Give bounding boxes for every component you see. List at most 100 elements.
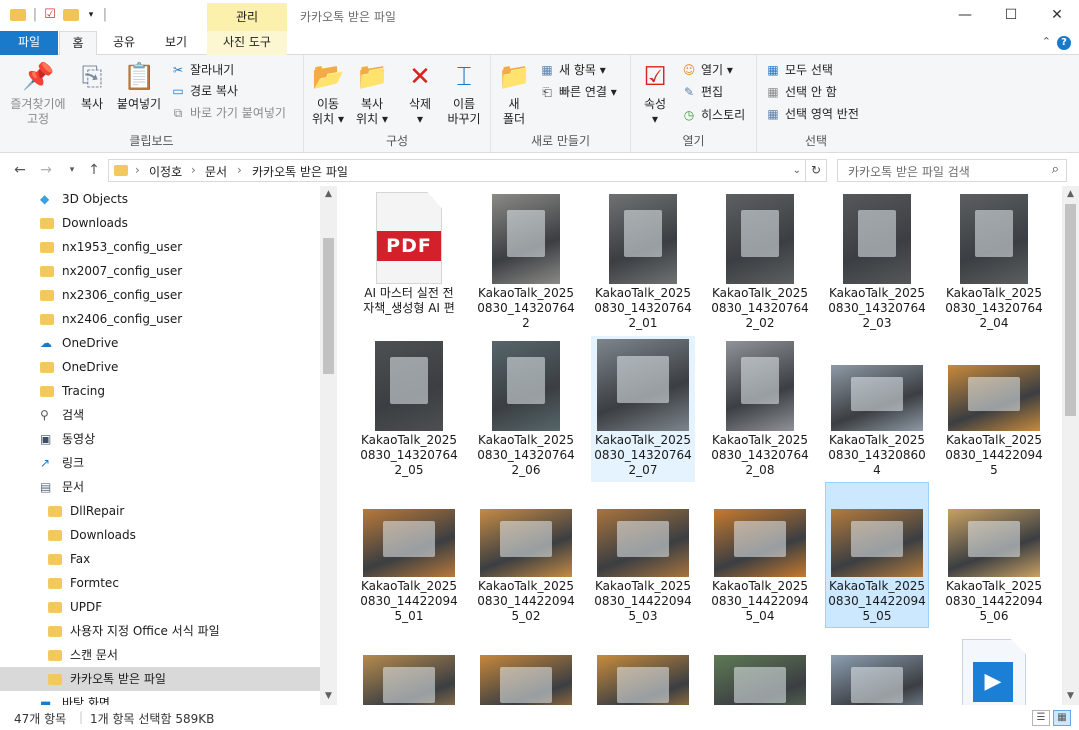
nav-item[interactable]: ◆ 3D Objects <box>0 187 320 211</box>
scroll-down-arrow[interactable]: ▼ <box>1062 688 1079 705</box>
nav-item[interactable]: Downloads <box>0 211 320 235</box>
file-tile[interactable]: KakaoTalk_20250830_144220945_05 <box>825 482 929 628</box>
file-tile[interactable]: KakaoTalk_20250830_144220945_04 <box>708 482 812 628</box>
copy-to-button[interactable]: 📁 복사 위치 ▾ <box>352 61 392 127</box>
file-tile[interactable]: ▶ <box>942 628 1046 705</box>
large-icons-view-button[interactable]: ▦ <box>1053 710 1071 726</box>
content-scroll-thumb[interactable] <box>1065 204 1076 416</box>
file-tile[interactable] <box>591 628 695 705</box>
file-tile[interactable]: KakaoTalk_20250830_143207642_01 <box>591 189 695 335</box>
file-tile[interactable]: KakaoTalk_20250830_143207642_07 <box>591 336 695 482</box>
nav-item[interactable]: nx2306_config_user <box>0 283 320 307</box>
file-tile[interactable]: KakaoTalk_20250830_143207642_06 <box>474 336 578 482</box>
file-tile[interactable] <box>474 628 578 705</box>
context-tab-manage[interactable]: 관리 <box>207 3 287 31</box>
scroll-down-arrow[interactable]: ▼ <box>320 688 337 705</box>
nav-item[interactable]: OneDrive <box>0 355 320 379</box>
minimize-button[interactable]: — <box>942 0 988 31</box>
help-button[interactable]: ? <box>1057 36 1071 50</box>
nav-item[interactable]: ☁ OneDrive <box>0 331 320 355</box>
move-to-button[interactable]: 📂 이동 위치 ▾ <box>308 61 348 127</box>
nav-item[interactable]: ▤ 문서 <box>0 475 320 499</box>
scroll-up-arrow[interactable]: ▲ <box>320 186 337 203</box>
file-tile[interactable] <box>825 628 929 705</box>
tab-file[interactable]: 파일 <box>0 31 58 55</box>
address-bar[interactable]: › 이정호 › 문서 › 카카오톡 받은 파일 ⌄ <box>108 159 806 182</box>
open-button[interactable]: ☺ 열기 ▾ <box>681 60 733 80</box>
breadcrumb-item[interactable]: 이정호 <box>149 163 182 180</box>
nav-item[interactable]: nx1953_config_user <box>0 235 320 259</box>
nav-item[interactable]: UPDF <box>0 595 320 619</box>
paste-shortcut-button[interactable]: ⧉ 바로 가기 붙여넣기 <box>170 103 286 123</box>
file-tile[interactable]: KakaoTalk_20250830_143207642_02 <box>708 189 812 335</box>
tab-home[interactable]: 홈 <box>59 31 97 56</box>
file-tile[interactable]: KakaoTalk_20250830_144220945 <box>942 336 1046 482</box>
copy-button[interactable]: ⎘ 복사 <box>74 61 110 112</box>
collapse-ribbon-icon[interactable]: ⌃ <box>1042 35 1051 48</box>
new-folder-icon[interactable] <box>63 9 79 21</box>
close-button[interactable]: ✕ <box>1034 0 1079 31</box>
breadcrumb-item[interactable]: 카카오톡 받은 파일 <box>252 163 348 180</box>
file-tile[interactable]: KakaoTalk_20250830_144220945_03 <box>591 482 695 628</box>
nav-item[interactable]: nx2007_config_user <box>0 259 320 283</box>
nav-item[interactable]: 스캔 문서 <box>0 643 320 667</box>
navigation-pane[interactable]: ◆ 3D Objects Downloads nx1953_config_user nx… <box>0 186 338 705</box>
cut-button[interactable]: ✂ 잘라내기 <box>170 60 234 80</box>
select-none-button[interactable]: ▦ 선택 안 함 <box>765 82 836 102</box>
tab-picture-tools[interactable]: 사진 도구 <box>207 31 287 55</box>
file-tile[interactable]: KakaoTalk_20250830_143207642_03 <box>825 189 929 335</box>
edit-button[interactable]: ✎ 편집 <box>681 82 723 102</box>
nav-item[interactable]: ▣ 동영상 <box>0 427 320 451</box>
invert-selection-button[interactable]: ▦ 선택 영역 반전 <box>765 104 859 124</box>
nav-item[interactable]: Tracing <box>0 379 320 403</box>
tab-view[interactable]: 보기 <box>150 31 202 55</box>
pin-to-quick-access-button[interactable]: 📌 즐겨찾기에 고정 <box>6 61 70 127</box>
breadcrumb-separator[interactable]: › <box>135 163 140 177</box>
nav-item[interactable]: 사용자 지정 Office 서식 파일 <box>0 619 320 643</box>
select-all-button[interactable]: ▦ 모두 선택 <box>765 60 833 80</box>
refresh-button[interactable]: ↻ <box>806 159 827 182</box>
content-scrollbar[interactable]: ▲ ▼ <box>1062 186 1079 705</box>
file-tile[interactable]: PDF AI 마스터 실전 전자책_생성형 AI 편 <box>357 189 461 320</box>
file-tile[interactable]: KakaoTalk_20250830_143207642_05 <box>357 336 461 482</box>
file-tile[interactable]: KakaoTalk_20250830_143207642_08 <box>708 336 812 482</box>
breadcrumb-separator[interactable]: › <box>191 163 196 177</box>
scroll-up-arrow[interactable]: ▲ <box>1062 186 1079 203</box>
up-button[interactable]: ↑ <box>84 161 104 179</box>
file-tile[interactable]: KakaoTalk_20250830_144220945_06 <box>942 482 1046 628</box>
file-tile[interactable]: KakaoTalk_20250830_143207642_04 <box>942 189 1046 335</box>
new-item-button[interactable]: ▦ 새 항목 ▾ <box>539 60 605 80</box>
maximize-button[interactable]: ☐ <box>988 0 1034 31</box>
nav-item[interactable]: Downloads <box>0 523 320 547</box>
nav-scrollbar[interactable]: ▲ ▼ <box>320 186 337 705</box>
file-view[interactable]: PDF AI 마스터 실전 전자책_생성형 AI 편 KakaoTalk_20250… <box>338 186 1062 705</box>
nav-scroll-thumb[interactable] <box>323 238 334 374</box>
properties-icon[interactable]: ☑ <box>42 7 58 23</box>
nav-item[interactable]: 카카오톡 받은 파일 <box>0 667 320 691</box>
forward-button[interactable]: → <box>36 161 56 179</box>
new-folder-button[interactable]: 📁 새 폴더 <box>497 61 531 127</box>
history-button[interactable]: ◷ 히스토리 <box>681 105 745 125</box>
tab-share[interactable]: 공유 <box>101 31 147 55</box>
properties-button[interactable]: ☑ 속성 ▾ <box>637 61 673 127</box>
nav-item[interactable]: DllRepair <box>0 499 320 523</box>
breadcrumb-separator[interactable]: › <box>237 163 242 177</box>
delete-button[interactable]: ✕ 삭제 ▾ <box>400 61 440 127</box>
file-tile[interactable]: KakaoTalk_20250830_143207642 <box>474 189 578 335</box>
nav-item[interactable]: Formtec <box>0 571 320 595</box>
recent-locations-button[interactable]: ▾ <box>62 161 82 179</box>
file-tile[interactable] <box>357 628 461 705</box>
file-tile[interactable]: KakaoTalk_20250830_144220945_02 <box>474 482 578 628</box>
breadcrumb-item[interactable]: 문서 <box>205 163 227 180</box>
file-tile[interactable]: KakaoTalk_20250830_143208604 <box>825 336 929 482</box>
chevron-down-icon[interactable]: ⌄ <box>793 165 801 176</box>
easy-access-button[interactable]: ⎗ 빠른 연결 ▾ <box>539 82 617 102</box>
details-view-button[interactable]: ☰ <box>1032 710 1050 726</box>
rename-button[interactable]: ⌶ 이름 바꾸기 <box>442 61 486 127</box>
nav-item[interactable]: nx2406_config_user <box>0 307 320 331</box>
paste-button[interactable]: 📋 붙여넣기 <box>114 61 164 112</box>
copy-path-button[interactable]: ▭ 경로 복사 <box>170 81 238 101</box>
file-tile[interactable] <box>708 628 812 705</box>
nav-item[interactable]: ▬ 바탕 화면 <box>0 691 320 705</box>
nav-item[interactable]: ⚲ 검색 <box>0 403 320 427</box>
